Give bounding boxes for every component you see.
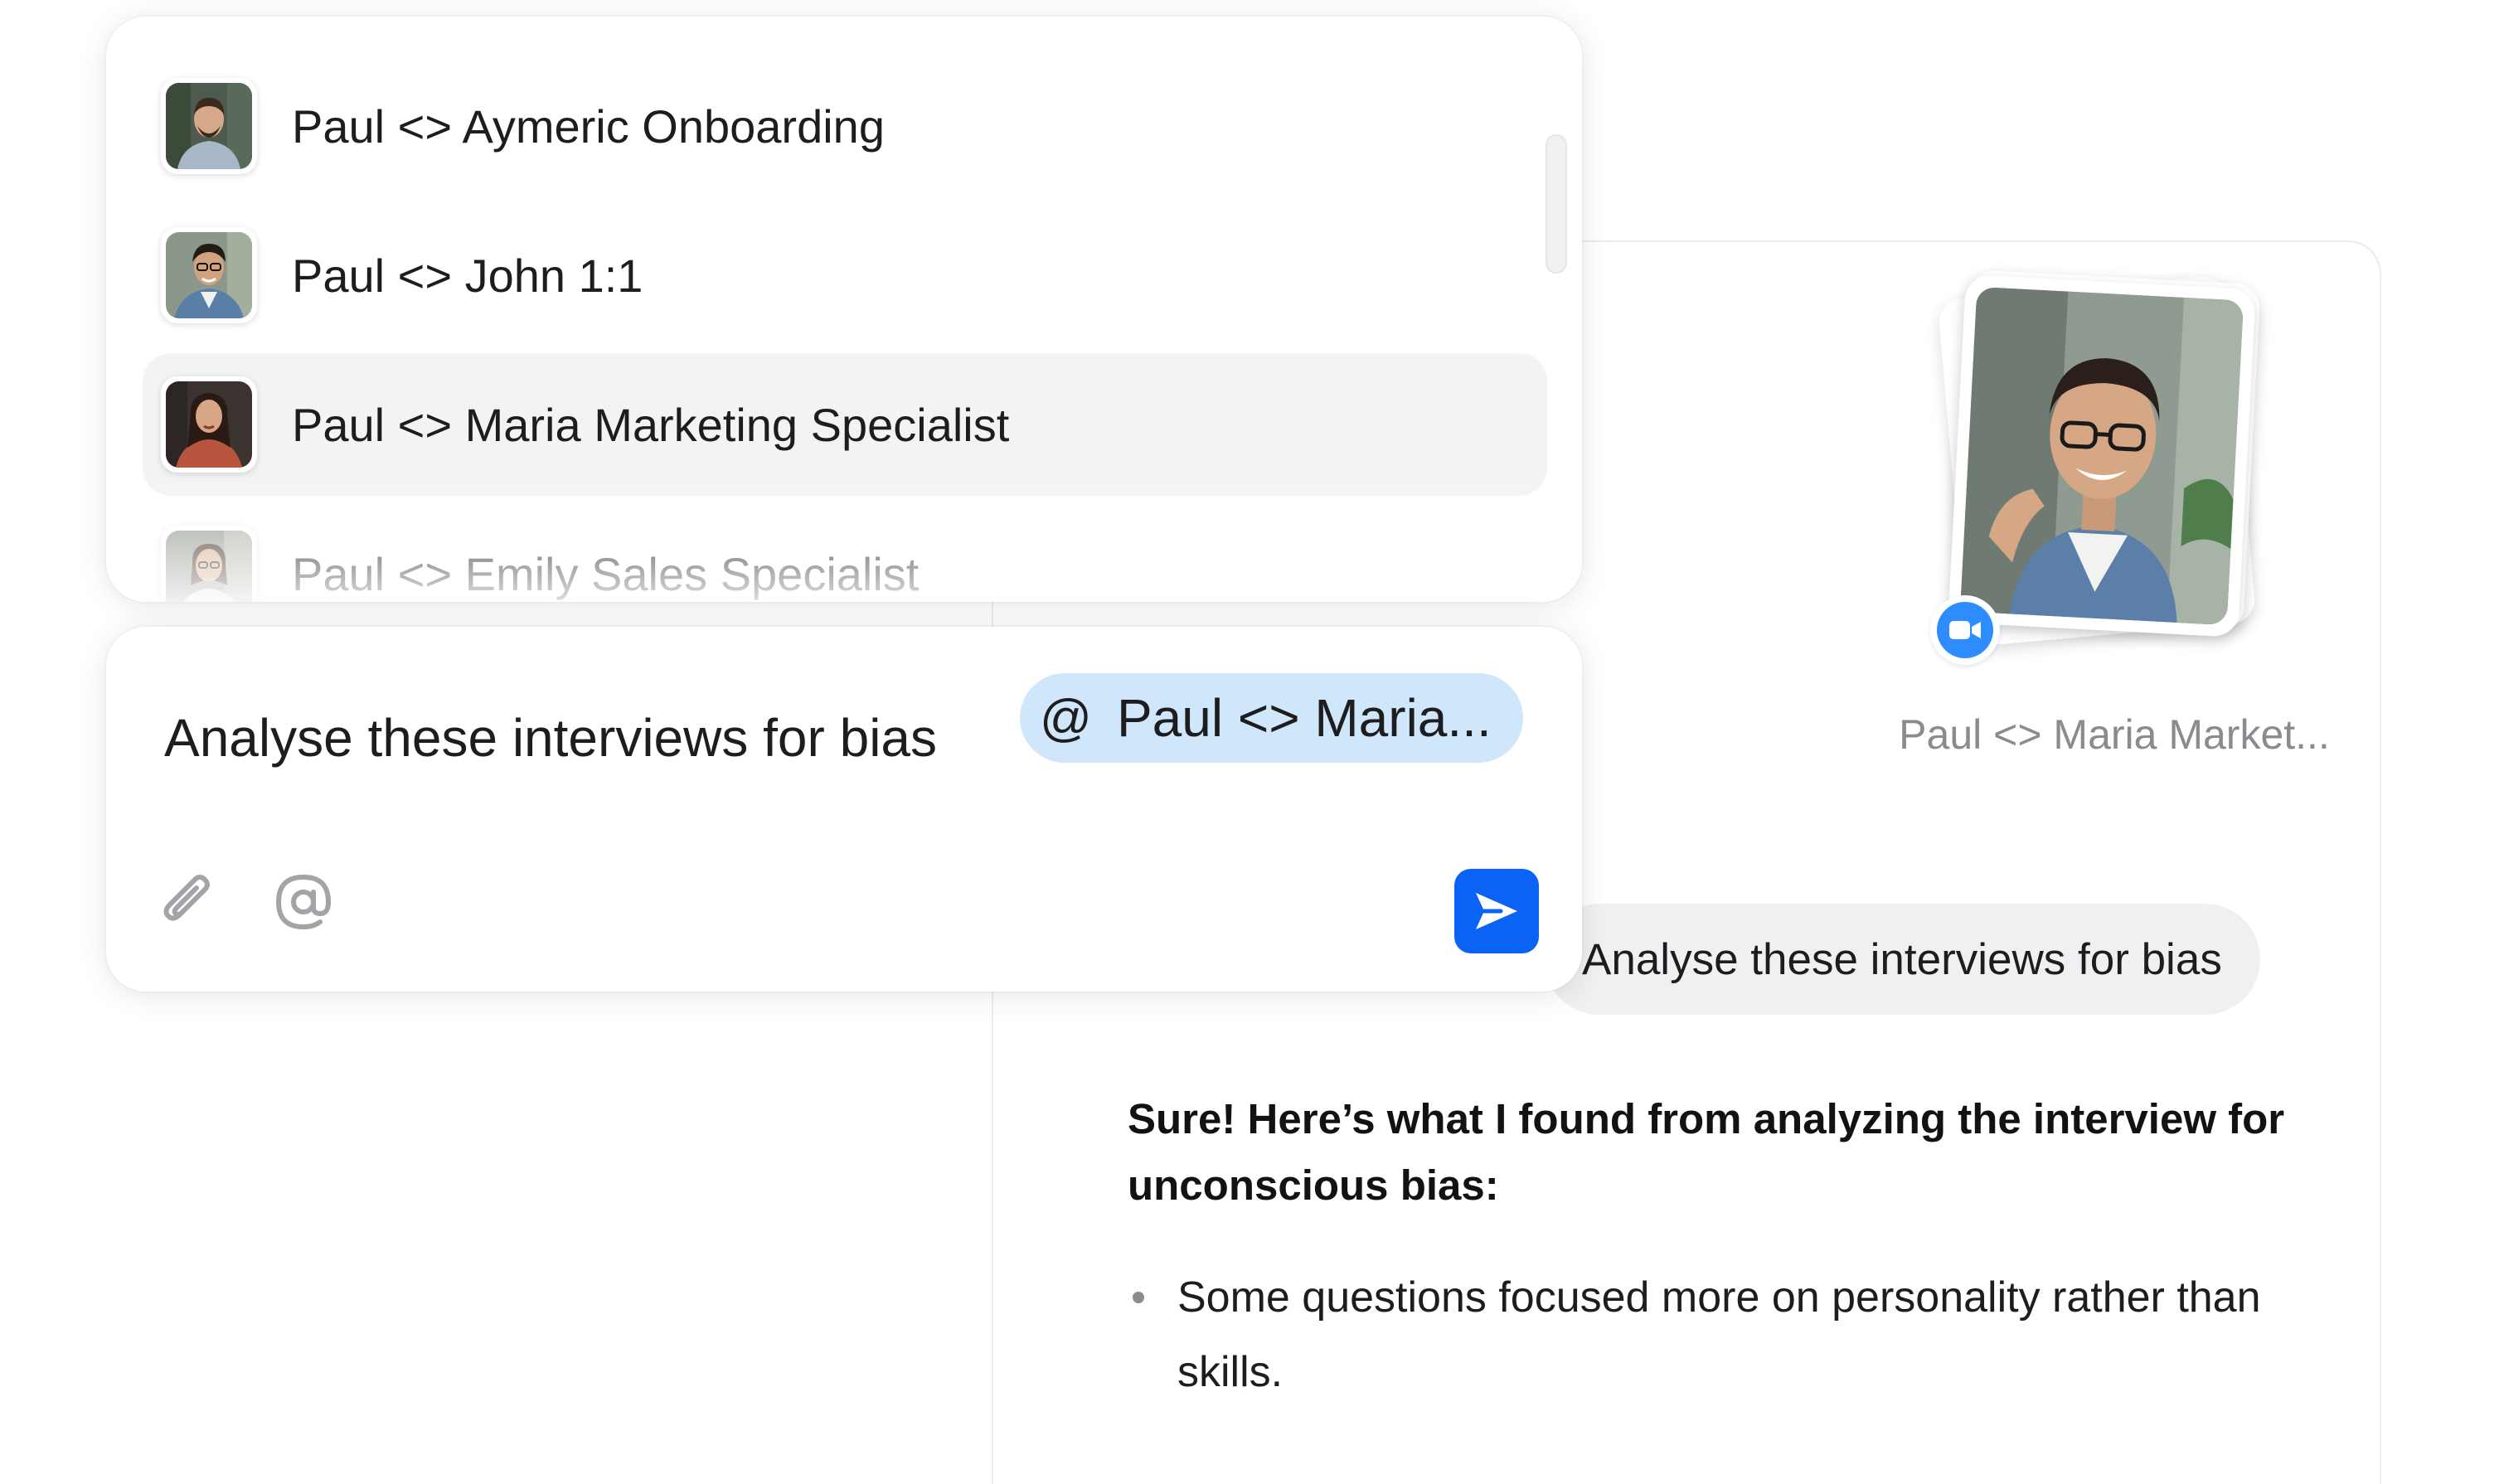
video-camera-badge [1930, 595, 2000, 665]
avatar [161, 78, 257, 174]
bullet-icon [1133, 1292, 1144, 1303]
avatar-aymeric-icon [166, 83, 252, 169]
mention-dropdown: Paul <> Aymeric Onboarding Paul <> John … [106, 17, 1582, 602]
mention-option-john[interactable]: Paul <> John 1:1 [143, 204, 1547, 347]
avatar-john-icon [166, 232, 252, 318]
assistant-bullet-item: Some questions focused more on personali… [1128, 1260, 2288, 1409]
mention-chip-label: Paul <> Maria... [1116, 688, 1492, 748]
avatar-emily-icon [166, 531, 252, 602]
mention-option-label: Paul <> Emily Sales Specialist [292, 547, 920, 600]
mention-option-aymeric[interactable]: Paul <> Aymeric Onboarding [143, 55, 1547, 197]
user-message-bubble: Analyse these interviews for bias [1544, 904, 2260, 1015]
avatar-maria-icon [166, 381, 252, 468]
mention-option-maria[interactable]: Paul <> Maria Marketing Specialist [143, 353, 1547, 496]
mention-option-label: Paul <> Aymeric Onboarding [292, 99, 885, 153]
composer-input-text[interactable]: Analyse these interviews for bias [164, 685, 937, 791]
assistant-response-heading: Sure! Here’s what I found from analyzing… [1128, 1095, 2285, 1209]
mention-button[interactable] [269, 867, 338, 937]
mention-option-label: Paul <> Maria Marketing Specialist [292, 398, 1010, 451]
attachment-photo-stack[interactable] [1932, 257, 2280, 655]
attach-button[interactable] [153, 867, 222, 937]
mention-option-emily[interactable]: Paul <> Emily Sales Specialist [143, 502, 1547, 602]
avatar [161, 227, 257, 323]
at-symbol: @ [1040, 689, 1092, 747]
person-photo-icon [1959, 286, 2244, 626]
mention-option-label: Paul <> John 1:1 [292, 249, 643, 302]
at-icon [275, 874, 332, 930]
bullet-text: Some questions focused more on personali… [1177, 1273, 2261, 1396]
send-icon [1476, 893, 1517, 929]
avatar [161, 526, 257, 602]
attachment-caption: Paul <> Maria Market... [1899, 711, 2330, 758]
photo-card-front [1948, 274, 2256, 638]
mention-chip[interactable]: @ Paul <> Maria... [1020, 673, 1523, 763]
video-camera-icon [1949, 621, 1981, 639]
dropdown-scrollbar[interactable] [1546, 134, 1567, 274]
interview-thumbnail [1959, 286, 2244, 626]
avatar [161, 376, 257, 473]
send-button[interactable] [1454, 869, 1539, 953]
message-composer[interactable]: Analyse these interviews for bias @ Paul… [106, 627, 1582, 992]
paperclip-icon [163, 875, 210, 921]
